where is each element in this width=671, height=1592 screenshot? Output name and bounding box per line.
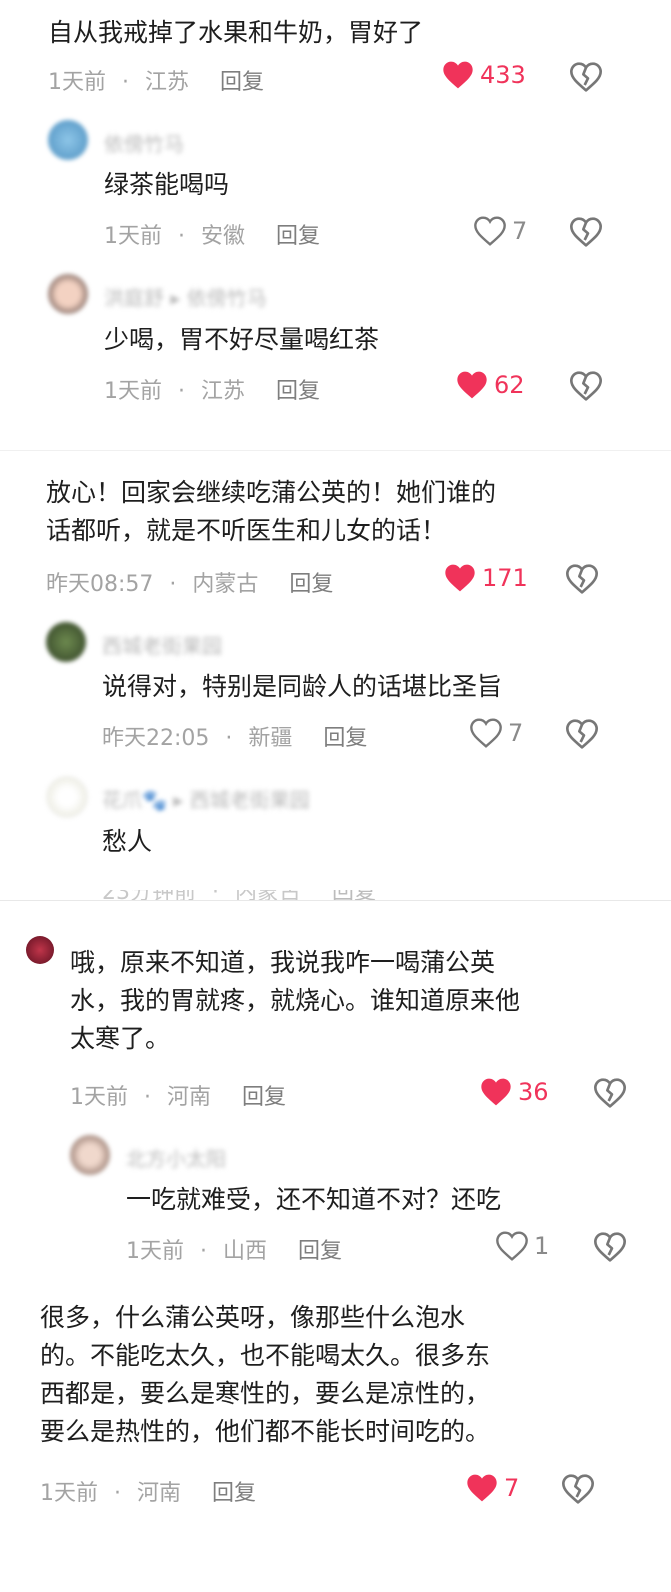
comment-meta: 昨天08:57 · 内蒙古 回复 (46, 572, 334, 597)
reply-button[interactable]: 回复 (289, 572, 333, 597)
like-button[interactable]: 7 (470, 718, 523, 748)
broken-heart-icon[interactable] (566, 718, 598, 750)
reply-button[interactable]: 回复 (276, 379, 320, 404)
comment-time: 1天前 (70, 1085, 128, 1110)
broken-heart-icon[interactable] (570, 216, 602, 248)
broken-heart-icon[interactable] (570, 61, 602, 93)
like-button[interactable]: 433 (442, 60, 526, 90)
reply-time: 1天前 (104, 379, 162, 404)
comment-text-line: 的。不能吃太久，也不能喝太久。很多东 (40, 1341, 491, 1370)
comment-text-line: 西都是，要么是寒性的，要么是凉性的， (40, 1379, 491, 1408)
reply-username[interactable]: 依傍竹马 (104, 128, 184, 157)
comment-text-line: 很多，什么蒲公英呀，像那些什么泡水 (40, 1303, 466, 1332)
reply-meta: 昨天22:05 · 新疆 回复 (102, 726, 368, 751)
heart-icon (467, 1474, 497, 1502)
broken-heart-icon[interactable] (566, 563, 598, 595)
comment-text: 自从我戒掉了水果和牛奶，胃好了 (48, 18, 424, 47)
cut-fade (0, 418, 671, 444)
reply-location: 新疆 (248, 726, 293, 751)
avatar[interactable] (46, 776, 88, 818)
heart-icon (445, 564, 475, 592)
comment-meta: 1天前 · 河南 回复 (40, 1481, 257, 1506)
reply-button[interactable]: 回复 (242, 1085, 286, 1110)
reply-time: 1天前 (104, 224, 162, 249)
reply-button[interactable]: 回复 (220, 70, 264, 95)
reply-time: 昨天22:05 (102, 726, 210, 751)
comment-location: 河南 (167, 1085, 212, 1110)
reply-meta: 1天前 · 安徽 回复 (104, 224, 321, 249)
like-count: 433 (480, 61, 526, 89)
like-button[interactable]: 7 (466, 1473, 519, 1503)
avatar[interactable] (46, 622, 86, 662)
comment-text-line: 话都听，就是不听医生和儿女的话！ (46, 516, 447, 545)
comment-location: 河南 (137, 1481, 182, 1506)
heart-outline-icon (496, 1231, 528, 1261)
reply-location: 江苏 (201, 379, 246, 404)
comment-time: 昨天08:57 (46, 572, 154, 597)
reply-location: 安徽 (201, 224, 246, 249)
broken-heart-icon[interactable] (570, 370, 602, 402)
comment-text: 很多，什么蒲公英呀，像那些什么泡水 的。不能吃太久，也不能喝太久。很多东 西都是… (40, 1299, 490, 1451)
like-count: 1 (534, 1232, 550, 1260)
divider (0, 900, 671, 901)
comment-text-line: 放心！回家会继续吃蒲公英的！她们谁的 (46, 478, 497, 507)
like-count: 171 (482, 564, 528, 592)
reply-username[interactable]: 北方小太阳 (126, 1143, 226, 1172)
reply-username[interactable]: 西城老街果园 (102, 630, 222, 659)
like-button[interactable]: 171 (444, 563, 528, 593)
like-button[interactable]: 7 (474, 216, 527, 246)
reply-button[interactable]: 回复 (212, 1481, 256, 1506)
like-count: 62 (494, 371, 525, 399)
reply-username[interactable]: 洪庭舒 ▸ 依傍竹马 (104, 282, 267, 311)
comment-text-line: 太寒了。 (70, 1024, 171, 1053)
reply-time: 1天前 (126, 1239, 184, 1264)
broken-heart-icon[interactable] (594, 1077, 626, 1109)
broken-heart-icon[interactable] (594, 1231, 626, 1263)
comment-location: 内蒙古 (192, 572, 259, 597)
heart-icon (443, 61, 473, 89)
divider (0, 450, 671, 451)
reply-button[interactable]: 回复 (276, 224, 320, 249)
comment-meta: 1天前 · 江苏 回复 (48, 70, 265, 95)
heart-outline-icon (470, 718, 502, 748)
avatar[interactable] (70, 1135, 110, 1175)
heart-icon (481, 1078, 511, 1106)
comment-time: 1天前 (48, 70, 106, 95)
comment-text-line: 要么是热性的，他们都不能长时间吃的。 (40, 1417, 491, 1446)
reply-text: 愁人 (102, 827, 153, 856)
avatar[interactable] (26, 936, 54, 964)
heart-outline-icon (474, 216, 506, 246)
comment-text: 放心！回家会继续吃蒲公英的！她们谁的 话都听，就是不听医生和儿女的话！ (46, 474, 496, 550)
reply-text: 绿茶能喝吗 (104, 170, 230, 199)
comment-time: 1天前 (40, 1481, 98, 1506)
heart-icon (457, 371, 487, 399)
like-count: 7 (504, 1474, 520, 1502)
cut-mask (0, 872, 671, 890)
reply-text: 一吃就难受，还不知道不对？还吃 (126, 1185, 502, 1214)
like-button[interactable]: 1 (496, 1231, 549, 1261)
reply-text: 说得对，特别是同龄人的话堪比圣旨 (102, 672, 503, 701)
reply-location: 山西 (223, 1239, 268, 1264)
avatar[interactable] (48, 120, 88, 160)
broken-heart-icon[interactable] (562, 1473, 594, 1505)
like-button[interactable]: 36 (480, 1077, 549, 1107)
avatar[interactable] (48, 274, 88, 314)
reply-meta: 1天前 · 山西 回复 (126, 1239, 343, 1264)
like-count: 7 (508, 719, 524, 747)
comment-meta: 1天前 · 河南 回复 (70, 1085, 287, 1110)
reply-button[interactable]: 回复 (298, 1239, 342, 1264)
like-count: 7 (512, 217, 528, 245)
comment-text: 哦，原来不知道，我说我咋一喝蒲公英 水，我的胃就疼，就烧心。谁知道原来他 太寒了… (70, 944, 520, 1058)
reply-meta: 1天前 · 江苏 回复 (104, 379, 321, 404)
reply-button[interactable]: 回复 (323, 726, 367, 751)
like-count: 36 (518, 1078, 549, 1106)
comment-text-line: 哦，原来不知道，我说我咋一喝蒲公英 (70, 948, 496, 977)
reply-username[interactable]: 花爪🐾 ▸ 西城老街果园 (102, 784, 310, 813)
comment-location: 江苏 (145, 70, 190, 95)
like-button[interactable]: 62 (456, 370, 525, 400)
reply-text: 少喝，胃不好尽量喝红茶 (104, 325, 380, 354)
comment-text-line: 水，我的胃就疼，就烧心。谁知道原来他 (70, 986, 521, 1015)
